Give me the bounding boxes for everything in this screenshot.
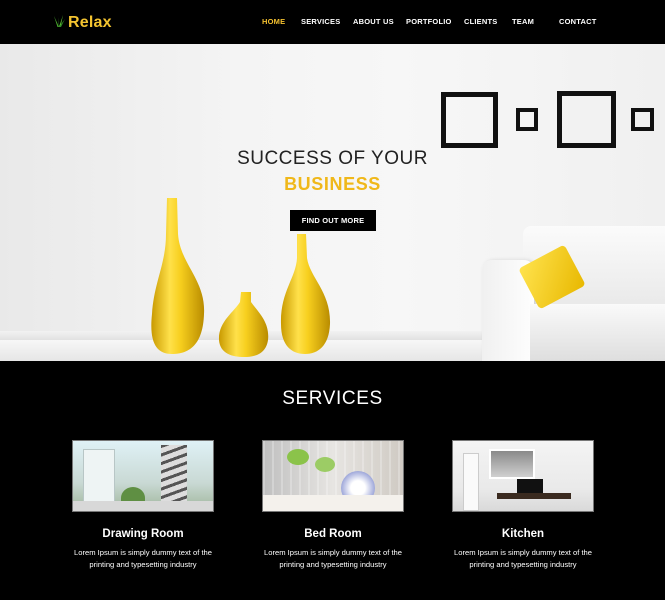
services-heading: SERVICES xyxy=(282,388,383,409)
hero-title: SUCCESS OF YOUR xyxy=(237,148,428,169)
site-header: Relax HOME SERVICES ABOUT US PORTFOLIO C… xyxy=(0,0,657,44)
nav-contact[interactable]: CONTACT xyxy=(559,17,597,26)
wall-frame-large-right xyxy=(557,91,616,148)
nav-home[interactable]: HOME xyxy=(262,17,285,26)
drawing-room-image xyxy=(72,440,214,512)
nav-services[interactable]: SERVICES xyxy=(301,17,340,26)
wall-frame-small-right xyxy=(631,108,654,131)
main-nav: HOME SERVICES ABOUT US PORTFOLIO CLIENTS… xyxy=(0,17,657,29)
nav-clients[interactable]: CLIENTS xyxy=(464,17,497,26)
hero-accent-title: BUSINESS xyxy=(284,174,381,194)
card-title: Kitchen xyxy=(501,528,545,540)
wall-frame-small-left xyxy=(516,108,538,131)
white-sofa-image xyxy=(482,226,665,361)
wall-frame-large-left xyxy=(441,92,498,148)
card-text: Lorem Ipsum is simply dummy text of the … xyxy=(74,548,212,569)
nav-team[interactable]: TEAM xyxy=(512,17,534,26)
find-out-more-button[interactable]: FIND OUT MORE xyxy=(290,210,376,231)
nav-about-us[interactable]: ABOUT US xyxy=(353,17,394,26)
card-title: Drawing Room xyxy=(102,528,184,540)
card-text: Lorem Ipsum is simply dummy text of the … xyxy=(454,548,592,569)
service-card-bed-room[interactable]: Bed Room Lorem Ipsum is simply dummy tex… xyxy=(262,440,404,571)
nav-portfolio[interactable]: PORTFOLIO xyxy=(406,17,452,26)
card-title: Bed Room xyxy=(304,528,362,540)
service-card-kitchen[interactable]: Kitchen Lorem Ipsum is simply dummy text… xyxy=(452,440,594,571)
hero-banner: SUCCESS OF YOUR BUSINESS FIND OUT MORE xyxy=(0,44,665,361)
card-text: Lorem Ipsum is simply dummy text of the … xyxy=(264,548,402,569)
service-card-drawing-room[interactable]: Drawing Room Lorem Ipsum is simply dummy… xyxy=(72,440,214,571)
bed-room-image xyxy=(262,440,404,512)
kitchen-image xyxy=(452,440,594,512)
